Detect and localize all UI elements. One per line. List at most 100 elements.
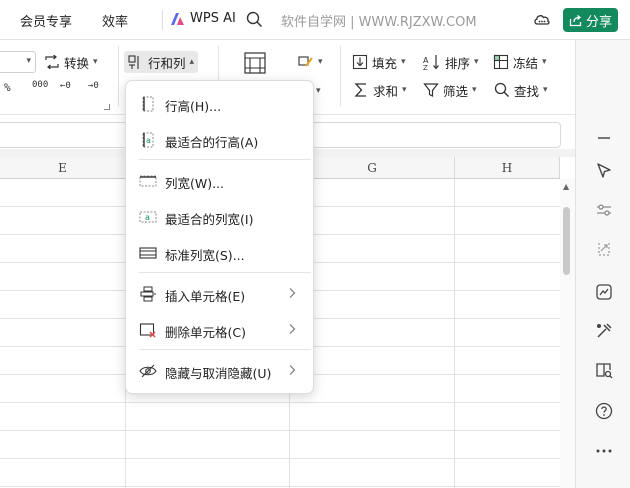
menu-item-delete-cells[interactable]: 删除单元格(C)	[126, 312, 315, 348]
chevron-down-icon: ▾	[318, 57, 323, 67]
menu-item-std-col-width[interactable]: 标准列宽(S)...	[126, 235, 315, 271]
row-col-icon	[128, 54, 139, 69]
divider	[162, 10, 163, 30]
chevron-down-icon: ▾	[402, 85, 407, 95]
dialog-launcher-icon[interactable]	[104, 104, 110, 110]
menu-item-insert-cells[interactable]: 插入单元格(E)	[126, 276, 315, 312]
best-column-width-icon: a	[139, 211, 157, 223]
table-style-icon[interactable]	[244, 52, 266, 74]
minimize-icon[interactable]	[594, 128, 614, 148]
standard-column-width-icon	[139, 247, 157, 259]
sum-button[interactable]: 求和 ▾	[353, 79, 407, 101]
insert-cells-icon	[140, 286, 156, 302]
scroll-up-arrow-icon[interactable]: ▲	[563, 182, 569, 191]
svg-text:a: a	[146, 136, 151, 145]
menu-efficiency[interactable]: 效率	[102, 11, 128, 30]
tools-icon[interactable]	[594, 321, 614, 341]
convert-button[interactable]: 转换 ▾	[44, 51, 98, 73]
right-sidebar	[575, 40, 630, 488]
more-icon[interactable]	[594, 441, 614, 461]
resize-arrow-icon[interactable]	[594, 239, 614, 259]
grid-line	[0, 402, 560, 403]
column-header-h[interactable]: H	[455, 157, 560, 179]
number-format-select[interactable]: ▾	[0, 51, 36, 73]
divider	[118, 46, 119, 106]
chevron-up-icon: ▴	[189, 57, 195, 67]
chevron-right-icon	[289, 365, 296, 375]
percent-format-button[interactable]: %	[4, 81, 11, 94]
grid-line	[0, 486, 560, 487]
wps-ai-label: WPS AI	[190, 11, 236, 26]
help-icon[interactable]	[594, 401, 614, 421]
chevron-down-icon: ▾	[474, 57, 479, 67]
book-search-icon[interactable]	[594, 360, 614, 380]
menu-item-best-col-width[interactable]: a 最适合的列宽(I)	[126, 199, 315, 235]
filter-button[interactable]: 筛选 ▾	[423, 79, 477, 101]
format-painter-icon	[298, 56, 313, 67]
chevron-down-icon: ▾	[542, 57, 547, 67]
sort-icon: A Z	[423, 55, 439, 70]
sort-button[interactable]: A Z 排序 ▾	[423, 51, 479, 73]
fill-button[interactable]: 填充 ▾	[352, 51, 406, 73]
menu-item-label: 隐藏与取消隐藏(U)	[165, 366, 272, 381]
wps-ai-logo-icon	[171, 12, 184, 25]
watermark-text: 软件自学网 | WWW.RJZXW.COM	[281, 15, 477, 30]
menu-item-label: 行高(H)...	[165, 99, 222, 114]
column-header-e[interactable]: E	[0, 157, 126, 179]
row-col-button[interactable]: 行和列 ▴	[124, 51, 199, 73]
row-col-label: 行和列	[148, 55, 186, 71]
adjust-sliders-icon[interactable]	[594, 200, 614, 220]
chevron-down-icon: ▾	[401, 57, 406, 67]
menu-item-label: 插入单元格(E)	[165, 289, 246, 304]
menu-member[interactable]: 会员专享	[20, 11, 72, 30]
sum-label: 求和	[373, 83, 399, 99]
top-bar: 会员专享 效率 WPS AI 软件自学网 | WWW.RJZXW.COM 分享	[0, 0, 630, 40]
menu-item-best-row-height[interactable]: a 最适合的行高(A)	[126, 122, 315, 158]
menu-item-hide-unhide[interactable]: 隐藏与取消隐藏(U)	[126, 353, 315, 389]
freeze-button[interactable]: 冻结 ▾	[493, 51, 547, 73]
chevron-down-icon[interactable]: ▾	[316, 86, 321, 96]
search-icon[interactable]	[246, 11, 263, 28]
menu-item-label: 删除单元格(C)	[165, 325, 246, 340]
convert-icon	[45, 55, 59, 69]
best-row-height-icon: a	[142, 132, 154, 148]
menu-item-label: 最适合的行高(A)	[165, 135, 259, 150]
wps-ai-button[interactable]: WPS AI	[170, 11, 236, 26]
menu-item-col-width[interactable]: 列宽(W)...	[126, 163, 315, 199]
cursor-icon[interactable]	[594, 161, 614, 181]
format-painter-button[interactable]: ▾	[298, 51, 323, 73]
find-label: 查找	[514, 83, 540, 99]
menu-item-label: 标准列宽(S)...	[165, 248, 245, 263]
eye-hidden-icon	[139, 364, 157, 378]
thousands-format-button[interactable]: 000	[32, 80, 48, 90]
fill-down-icon	[352, 54, 368, 70]
menu-separator	[139, 272, 311, 273]
column-width-icon	[139, 175, 157, 187]
svg-text:Z: Z	[423, 64, 428, 70]
svg-text:a: a	[145, 213, 150, 222]
scrollbar-thumb[interactable]	[563, 207, 570, 275]
search-icon	[494, 82, 509, 97]
sigma-icon	[354, 83, 366, 97]
menu-item-row-height[interactable]: 行高(H)...	[126, 86, 315, 122]
menu-separator	[139, 159, 311, 160]
row-col-dropdown-menu: 行高(H)... a 最适合的行高(A) 列宽(W)... a 最适合的列宽(I…	[125, 80, 314, 394]
divider	[340, 46, 341, 106]
find-button[interactable]: 查找 ▾	[494, 79, 548, 101]
convert-label: 转换	[64, 55, 90, 71]
share-label: 分享	[585, 14, 612, 30]
share-button[interactable]: 分享	[563, 8, 618, 32]
freeze-icon	[493, 54, 509, 70]
chart-analysis-icon[interactable]	[594, 282, 614, 302]
menu-item-label: 列宽(W)...	[165, 176, 225, 191]
increase-decimal-button[interactable]: ←0	[60, 81, 71, 91]
chevron-down-icon: ▾	[472, 85, 477, 95]
filter-icon	[423, 83, 439, 97]
cloud-icon[interactable]	[533, 11, 551, 27]
chevron-right-icon	[289, 324, 296, 334]
grid-line	[0, 430, 560, 431]
fill-label: 填充	[372, 55, 398, 71]
decrease-decimal-button[interactable]: →0	[88, 81, 99, 91]
sort-label: 排序	[445, 55, 471, 71]
share-icon	[569, 14, 582, 26]
